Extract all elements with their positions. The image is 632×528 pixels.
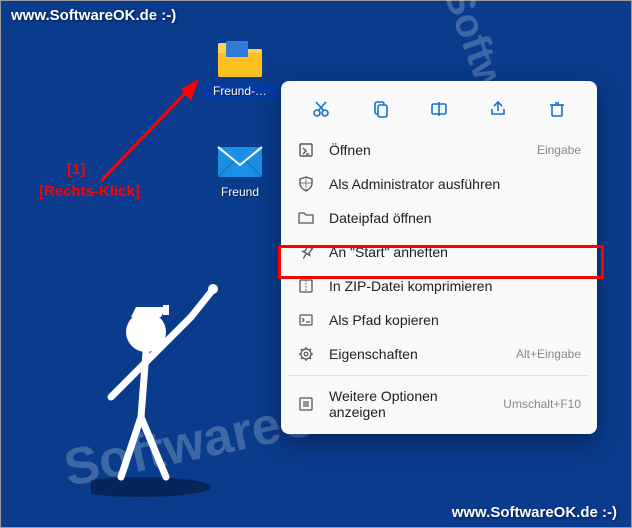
desktop-folder-icon[interactable]: Freund-… — [203, 39, 277, 99]
annotation-step1: [1] — [67, 161, 85, 178]
menu-run-as-admin[interactable]: Als Administrator ausführen — [287, 167, 591, 201]
zip-icon — [297, 277, 315, 295]
menu-label: Öffnen — [329, 142, 529, 158]
desktop-mail-icon[interactable]: Freund — [203, 141, 277, 199]
menu-label: Dateipfad öffnen — [329, 210, 581, 226]
folder-open-icon — [297, 209, 315, 227]
url-top-text: www.SoftwareOK.de :-) — [11, 7, 176, 24]
pin-icon — [297, 243, 315, 261]
annotation-arrow — [91, 71, 211, 191]
cut-icon[interactable] — [303, 93, 339, 125]
annotation-step1-text: [Rechts-Klick] — [39, 183, 140, 200]
menu-copy-as-path[interactable]: Als Pfad kopieren — [287, 303, 591, 337]
menu-label: Als Administrator ausführen — [329, 176, 581, 192]
menu-compress-zip[interactable]: In ZIP-Datei komprimieren — [287, 269, 591, 303]
menu-open[interactable]: Öffnen Eingabe — [287, 133, 591, 167]
menu-label: Als Pfad kopieren — [329, 312, 581, 328]
menu-label: Eigenschaften — [329, 346, 508, 362]
open-icon — [297, 141, 315, 159]
menu-label: In ZIP-Datei komprimieren — [329, 278, 581, 294]
url-bottom-text: www.SoftwareOK.de :-) — [452, 504, 617, 521]
menu-open-file-location[interactable]: Dateipfad öffnen — [287, 201, 591, 235]
menu-separator — [289, 375, 589, 376]
copy-path-icon — [297, 311, 315, 329]
folder-icon — [216, 39, 264, 79]
menu-pin-to-start[interactable]: An "Start" anheften — [287, 235, 591, 269]
menu-label: An "Start" anheften — [329, 244, 581, 260]
share-icon[interactable] — [480, 93, 516, 125]
context-menu-toolbar — [287, 87, 591, 133]
menu-shortcut: Alt+Eingabe — [516, 347, 581, 361]
menu-label: Weitere Optionen anzeigen — [329, 388, 495, 420]
rename-icon[interactable] — [421, 93, 457, 125]
stickman-figure — [91, 277, 251, 497]
shield-icon — [297, 175, 315, 193]
menu-shortcut: Umschalt+F10 — [503, 397, 581, 411]
desktop-icon-label: Freund — [203, 185, 277, 199]
delete-icon[interactable] — [539, 93, 575, 125]
properties-icon — [297, 345, 315, 363]
menu-show-more-options[interactable]: Weitere Optionen anzeigen Umschalt+F10 — [287, 380, 591, 428]
menu-shortcut: Eingabe — [537, 143, 581, 157]
mail-icon — [216, 141, 264, 181]
copy-icon[interactable] — [362, 93, 398, 125]
desktop-icon-label: Freund-… — [203, 83, 277, 99]
more-options-icon — [297, 395, 315, 413]
menu-properties[interactable]: Eigenschaften Alt+Eingabe — [287, 337, 591, 371]
context-menu: Öffnen Eingabe Als Administrator ausführ… — [281, 81, 597, 434]
